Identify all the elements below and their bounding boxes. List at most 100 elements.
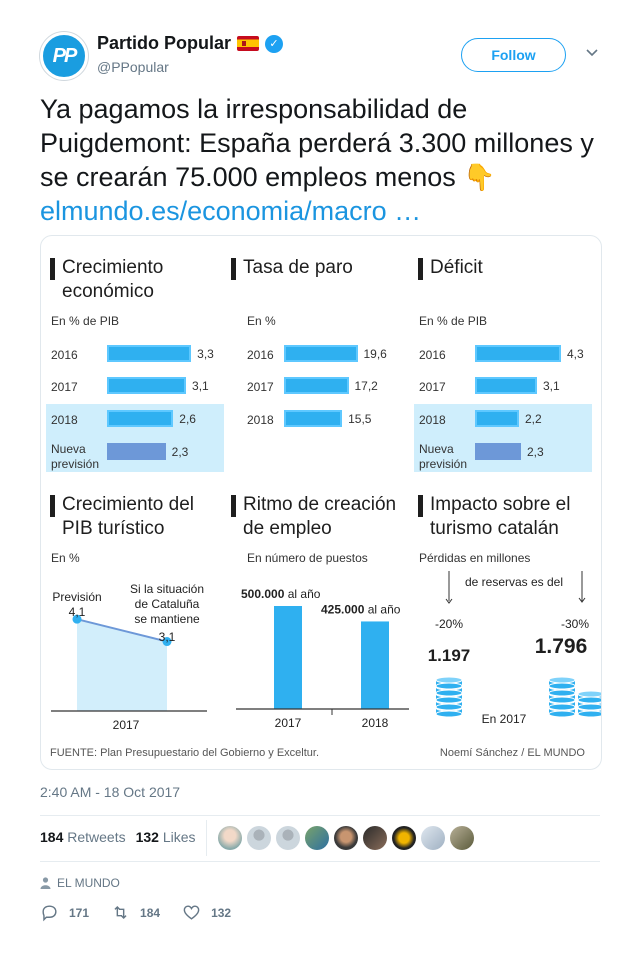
category-label: 2016 [419,348,446,362]
coin-stack-icon [548,676,576,684]
data-label: 3,1 [192,379,209,393]
chart-impacto: Si la cancelaciónde reservas es del -20% -… [428,571,601,726]
category-label: Nueva previsión [51,442,100,471]
bar [284,377,349,394]
liker-avatar[interactable] [363,826,387,850]
liker-avatar[interactable] [450,826,474,850]
like-button[interactable]: 132 [182,903,231,922]
tweet-link[interactable]: elmundo.es/economia/macro … [40,196,421,226]
display-name[interactable]: Partido Popular [97,33,231,54]
divider [40,861,600,862]
area-fill [77,619,167,711]
infographic-source: FUENTE: Plan Presupuestario del Gobierno… [50,747,320,759]
data-label: 425.000 al año [321,602,401,616]
liker-avatar[interactable] [305,826,329,850]
data-label: 3,1 [543,379,560,393]
retweet-button[interactable]: 184 [111,903,160,922]
section-subtitle-paro: En % [247,314,276,328]
coin-stack-icon [548,710,576,718]
section-subtitle-impacto: Pérdidas en millones [419,551,531,565]
profile-name[interactable]: Partido Popular ✓ [97,33,284,54]
liker-avatar[interactable] [421,826,445,850]
coin-stack-icon [548,682,576,690]
category-label: 2017 [51,380,78,394]
coin-stack-icon [548,703,576,711]
retweets-stat[interactable]: 184 Retweets [40,829,126,845]
category-label: 2018 [51,413,78,427]
retweet-icon [114,905,127,920]
heart-icon [183,905,200,920]
chart-turistico: Previsión4,1 Si la situaciónde Cataluñase… [51,582,207,732]
reply-button[interactable]: 171 [40,903,89,922]
avatar[interactable]: PP [40,32,88,80]
section-subtitle-turistico: En % [51,551,80,565]
coin-stack-icon [577,696,601,704]
infographic: Crecimiento económico En % de PIB Tasa d… [41,236,601,769]
category-label: 2016 [51,348,78,362]
reply-count: 171 [69,905,90,920]
pct-label: -30% [561,617,589,631]
follow-button[interactable]: Follow [461,38,566,72]
bar [475,410,519,427]
section-subtitle-crecimiento: En % de PIB [51,314,120,328]
point-label: Previsión [52,590,101,604]
category-label: 2017 [419,380,446,394]
bar [475,345,561,362]
chevron-down-icon[interactable] [584,44,600,60]
bar [284,410,343,427]
liker-avatar[interactable] [247,826,271,850]
bar [284,345,358,362]
verified-icon: ✓ [265,34,284,53]
like-count: 132 [211,905,232,920]
data-label: 17,2 [354,379,378,393]
data-label: 4,3 [567,347,584,361]
liker-avatar[interactable] [392,826,416,850]
data-label: 2,3 [171,445,189,459]
section-title-deficit: Déficit [418,256,578,280]
source-name[interactable]: EL MUNDO [57,876,120,890]
coin-stack-icon [435,710,463,718]
bar [107,377,187,394]
stats-divider [206,820,207,856]
spain-flag-icon [237,36,260,51]
tweet-timestamp[interactable]: 2:40 AM - 18 Oct 2017 [40,784,180,800]
bracket-line [581,571,583,601]
pct-label: -20% [435,617,463,631]
user-handle[interactable]: @PPopular [97,59,169,75]
data-label: 3,3 [197,347,214,361]
data-label: 500.000 al año [241,587,321,601]
source-attribution[interactable]: EL MUNDO [40,876,120,890]
coin-stack-icon [548,696,576,704]
data-label: 4,1 [69,605,86,619]
bar [274,606,302,709]
bar [361,621,389,709]
coin-stack-icon [435,682,463,690]
coin-stack-icon [577,710,601,718]
likes-stat[interactable]: 132 Likes [136,829,196,845]
coin-stack-icon [548,689,576,697]
point-label: se mantiene [134,612,200,626]
point-label: Si la situación [130,582,204,596]
data-label: 3,1 [159,630,176,644]
bar [475,443,521,460]
coin-stack-icon [435,689,463,697]
tweet-text: Ya pagamos la irresponsabilidad de Puigd… [40,92,610,228]
data-label: 1.796 [535,635,588,658]
x-tick-label: 2017 [275,716,302,730]
section-title-empleo: Ritmo de creación de empleo [231,493,416,541]
liker-avatar[interactable] [334,826,358,850]
x-tick-label: 2018 [362,716,389,730]
media-card[interactable]: Crecimiento económico En % de PIB Tasa d… [40,235,602,770]
coin-stack-icon [435,676,463,684]
coin-stack-icon [577,703,601,711]
chart-empleo: 500.000 al año 2017 425.000 al año 2018 [236,587,409,730]
engagement-stats: 184 Retweets 132 Likes [40,829,196,845]
data-label: 15,5 [348,412,372,426]
reply-icon [42,905,57,922]
liker-avatar[interactable] [276,826,300,850]
liker-avatar[interactable] [218,826,242,850]
bar [475,377,537,394]
liker-avatars [218,826,474,850]
note-line: de reservas es del [465,575,563,589]
person-icon [40,877,51,889]
